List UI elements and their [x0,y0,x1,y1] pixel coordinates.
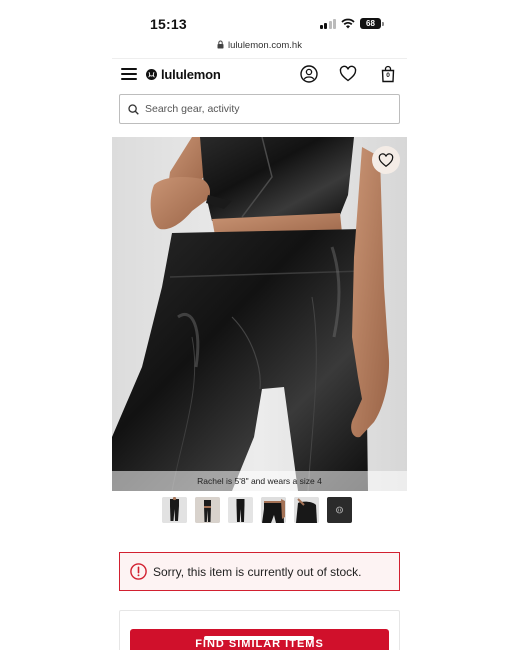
status-icons: 68 [319,18,384,29]
thumbnail-strip [162,497,352,523]
heart-icon [378,152,394,167]
thumbnail-2[interactable] [195,497,220,523]
status-time: 15:13 [150,16,187,32]
lock-icon [217,40,224,49]
thumbnail-4[interactable] [261,497,286,523]
action-card: FIND SIMILAR ITEMS [119,610,400,650]
out-of-stock-alert: Sorry, this item is currently out of sto… [119,552,400,591]
brand-name: lululemon [161,67,221,82]
out-of-stock-message: Sorry, this item is currently out of sto… [153,564,362,579]
url-text: lululemon.com.hk [228,40,302,51]
bag-count: 0 [386,72,390,79]
thumbnail-5[interactable] [294,497,319,523]
thumbnail-6[interactable] [327,497,352,523]
model-size-caption: Rachel is 5'8" and wears a size 4 [112,471,407,491]
alert-circle-icon [130,563,147,580]
account-icon[interactable] [300,65,318,83]
thumbnail-1[interactable] [162,497,187,523]
battery-icon: 68 [360,18,384,29]
product-photo [112,137,407,491]
search-input[interactable] [145,103,385,115]
address-bar[interactable]: lululemon.com.hk [112,40,407,54]
status-bar: 15:13 68 [112,0,407,38]
site-header: lululemon 0 [112,58,407,90]
search-bar[interactable] [119,94,400,124]
product-image[interactable]: Rachel is 5'8" and wears a size 4 [112,137,407,491]
menu-icon[interactable] [121,68,137,80]
battery-level: 68 [366,19,375,28]
thumbnail-3[interactable] [228,497,253,523]
phone-screen: 15:13 68 lululemon.com.hk lululemon 0 Se… [112,0,407,650]
brand-logo[interactable]: lululemon [146,67,221,82]
bag-icon[interactable]: 0 [379,65,397,83]
search-icon [128,103,139,115]
home-indicator [204,636,314,640]
favorite-button[interactable] [372,146,400,174]
wishlist-heart-icon[interactable] [339,65,357,83]
cellular-signal-icon [319,18,336,29]
wifi-icon [341,18,355,29]
logo-mark-icon [146,69,157,80]
